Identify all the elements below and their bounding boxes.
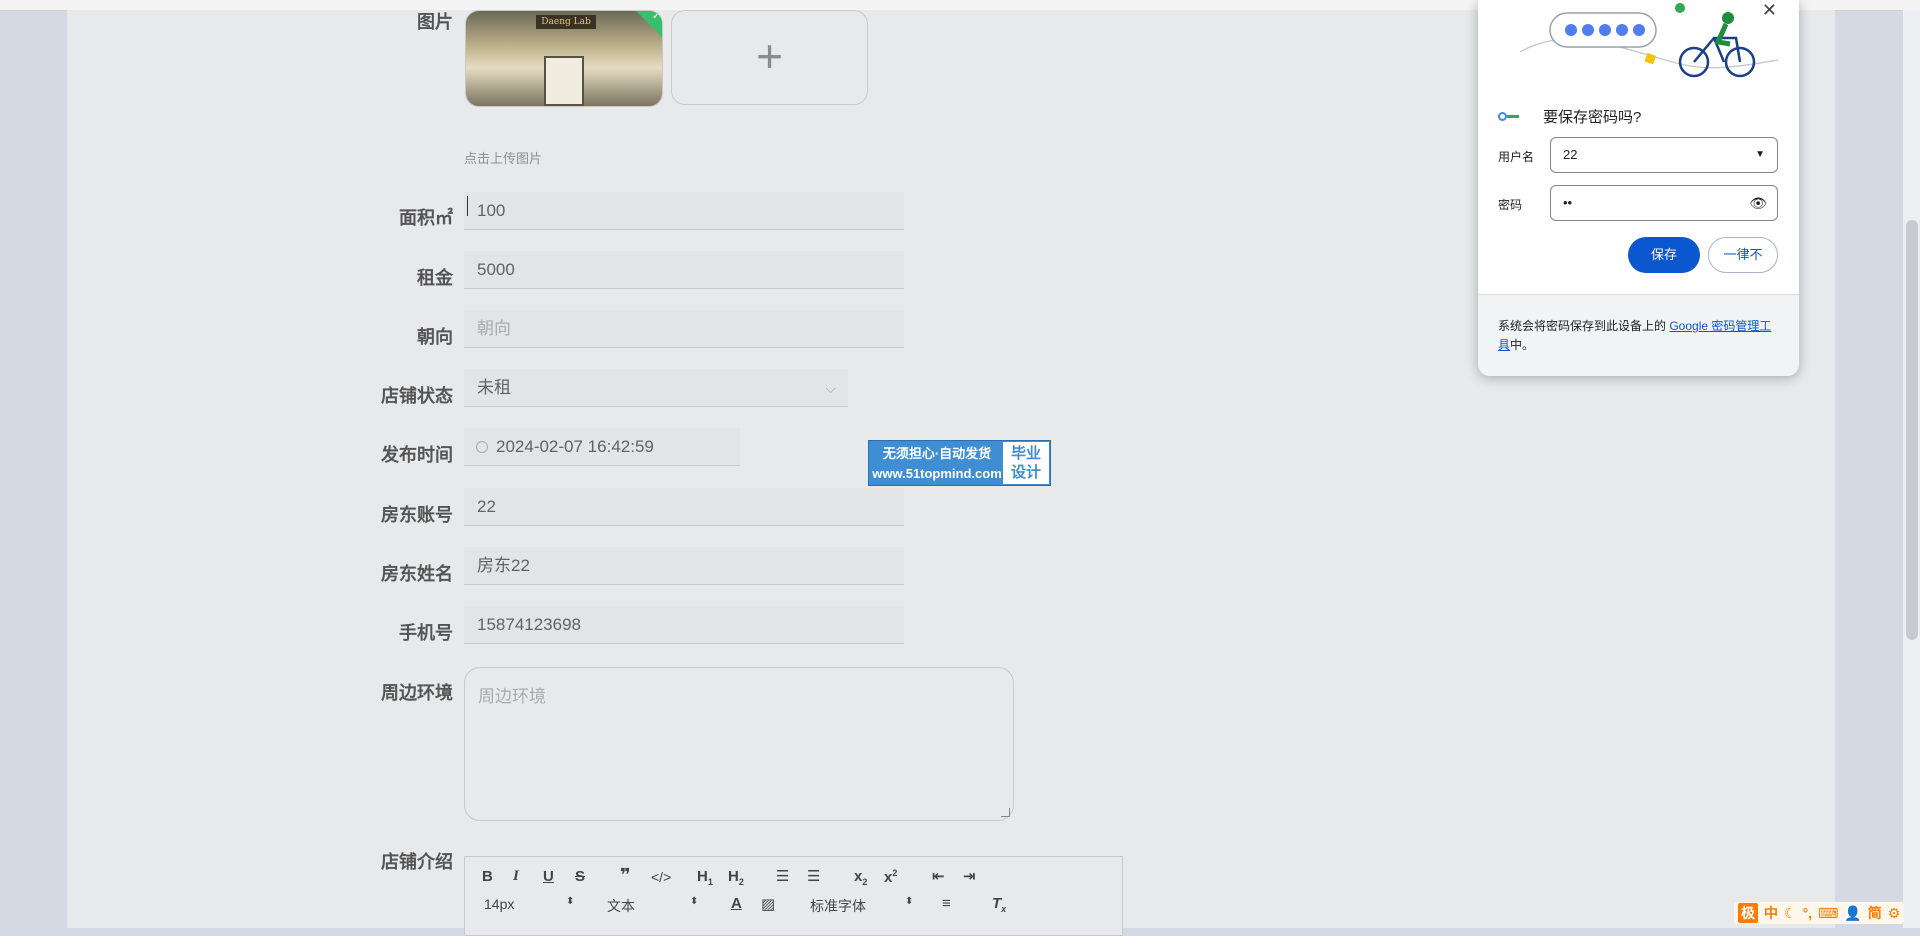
popup-footer-text: 系统会将密码保存到此设备上的 Google 密码管理工具中。 (1498, 317, 1783, 355)
rich-text-editor: B I U S ❞ </> H1 H2 ☰ ☰ x2 x2 ⇤ ⇥ 14px ⬍… (464, 856, 1123, 936)
rent-label: 租金 (417, 268, 453, 288)
username-label: 用户名 (1498, 150, 1535, 164)
close-icon[interactable]: ✕ (1762, 0, 1777, 21)
strikethrough-icon[interactable]: S (575, 868, 585, 885)
background-color-icon[interactable]: ▨ (761, 895, 775, 913)
upload-image-button[interactable]: + (671, 10, 868, 105)
footer-suffix: 中。 (1510, 338, 1535, 352)
watermark-banner: 无须担心·自动发货 www.51topmind.com 毕业 设计 (868, 440, 1051, 486)
font-size-arrows-icon: ⬍ (566, 896, 575, 907)
check-icon: ✓ (651, 10, 661, 22)
heading1-icon[interactable]: H1 (697, 868, 713, 887)
phone-input[interactable]: 15874123698 (464, 606, 904, 644)
watermark-badge: 毕业 设计 (1003, 442, 1049, 484)
eye-icon[interactable]: 👁 (1749, 186, 1767, 220)
popup-footer: 系统会将密码保存到此设备上的 Google 密码管理工具中。 (1478, 294, 1799, 376)
underline-icon[interactable]: U (543, 868, 554, 885)
user-icon[interactable]: 👤 (1844, 905, 1861, 922)
landlord-name-label: 房东姓名 (381, 564, 453, 584)
never-save-button[interactable]: 一律不 (1708, 237, 1778, 273)
text-cursor-icon (467, 196, 468, 216)
status-value: 未租 (477, 378, 511, 397)
font-color-icon[interactable]: A (731, 895, 742, 912)
area-input[interactable]: 100 (464, 192, 904, 230)
password-value: •• (1563, 195, 1573, 210)
publish-time-value: 2024-02-07 16:42:59 (496, 437, 654, 456)
watermark-line1: 无须担心·自动发货 (882, 446, 992, 461)
dropdown-arrow-icon: ▼ (1755, 149, 1765, 160)
rent-input[interactable]: 5000 (464, 251, 904, 289)
surroundings-textarea[interactable]: 周边环境 (464, 667, 1014, 821)
surroundings-placeholder: 周边环境 (478, 687, 546, 706)
popup-title: 要保存密码吗? (1543, 109, 1642, 126)
save-password-button[interactable]: 保存 (1628, 237, 1700, 273)
page-scrollbar[interactable] (1903, 10, 1920, 928)
keyboard-icon[interactable]: ⌨ (1818, 905, 1838, 922)
watermark-badge-line1: 毕业 (1010, 445, 1041, 462)
punctuation-icon[interactable]: °, (1803, 905, 1813, 921)
ime-logo: 极 (1738, 903, 1758, 923)
footer-text: 系统会将密码保存到此设备上的 (1498, 319, 1670, 333)
outdent-icon[interactable]: ⇤ (932, 867, 945, 885)
area-label: 面积㎡ (399, 208, 453, 228)
italic-icon[interactable]: I (513, 868, 519, 885)
username-value: 22 (1563, 147, 1578, 162)
settings-icon[interactable]: ⚙ (1888, 905, 1901, 922)
landlord-account-input[interactable]: 22 (464, 488, 904, 526)
font-family-select[interactable]: 标准字体 (810, 896, 866, 916)
blockquote-icon[interactable]: ❞ (620, 865, 631, 886)
surroundings-label: 周边环境 (381, 683, 453, 703)
bullet-list-icon[interactable]: ☰ (807, 867, 820, 885)
landlord-name-input[interactable]: 房东22 (464, 547, 904, 585)
resize-handle[interactable] (1001, 808, 1010, 817)
orientation-label: 朝向 (417, 327, 453, 347)
bold-icon[interactable]: B (482, 868, 493, 885)
chevron-down-icon: ⌵ (825, 380, 836, 396)
moon-icon[interactable]: ☾ (1784, 905, 1797, 922)
paragraph-arrows-icon: ⬍ (690, 896, 699, 907)
username-field[interactable]: 22 ▼ (1550, 137, 1778, 173)
phone-label: 手机号 (399, 623, 453, 643)
ordered-list-icon[interactable]: ☰ (776, 867, 789, 885)
thumbnail-shop-sign: Daeng Lab (536, 15, 596, 29)
publish-time-picker[interactable]: 2024-02-07 16:42:59 (464, 428, 740, 466)
save-password-popup: ✕ 要保存密码吗? 用户名 22 ▼ 密码 •• 👁 保存 一律不 系统会将密码… (1478, 0, 1799, 376)
landlord-account-label: 房东账号 (381, 505, 453, 525)
uploaded-image-thumbnail[interactable]: Daeng Lab ✓ (465, 10, 663, 107)
password-label: 密码 (1498, 198, 1523, 212)
ime-language[interactable]: 中 (1764, 903, 1778, 923)
superscript-icon[interactable]: x2 (884, 868, 897, 886)
watermark-badge-line2: 设计 (1010, 464, 1041, 481)
publish-time-label: 发布时间 (381, 445, 453, 465)
password-illustration (1519, 3, 1779, 78)
align-icon[interactable]: ≡ (942, 895, 951, 912)
paragraph-select[interactable]: 文本 (607, 896, 635, 916)
code-icon[interactable]: </> (651, 869, 671, 885)
status-label: 店铺状态 (381, 386, 453, 406)
intro-label: 店铺介绍 (381, 852, 453, 872)
clear-format-icon[interactable]: Tx (992, 895, 1006, 914)
clock-icon (476, 441, 488, 453)
password-field[interactable]: •• 👁 (1550, 185, 1778, 221)
upload-hint: 点击上传图片 (464, 151, 543, 166)
font-size-select[interactable]: 14px (484, 896, 514, 912)
heading2-icon[interactable]: H2 (728, 868, 744, 887)
orientation-input[interactable]: 朝向 (464, 310, 904, 348)
subscript-icon[interactable]: x2 (854, 868, 867, 887)
ime-mode[interactable]: 简 (1868, 903, 1882, 923)
indent-icon[interactable]: ⇥ (963, 867, 976, 885)
watermark-text: 无须担心·自动发货 www.51topmind.com (872, 444, 1002, 484)
image-label: 图片 (417, 12, 453, 32)
watermark-line2: www.51topmind.com (872, 466, 1002, 481)
thumbnail-door (544, 56, 584, 106)
scrollbar-thumb[interactable] (1906, 220, 1918, 640)
status-select[interactable]: 未租 ⌵ (464, 369, 848, 407)
ime-toolbar[interactable]: 极 中 ☾ °, ⌨ 👤 简 ⚙ (1734, 902, 1905, 924)
plus-icon: + (756, 30, 783, 82)
key-icon (1498, 112, 1520, 122)
font-family-arrows-icon: ⬍ (905, 896, 914, 907)
